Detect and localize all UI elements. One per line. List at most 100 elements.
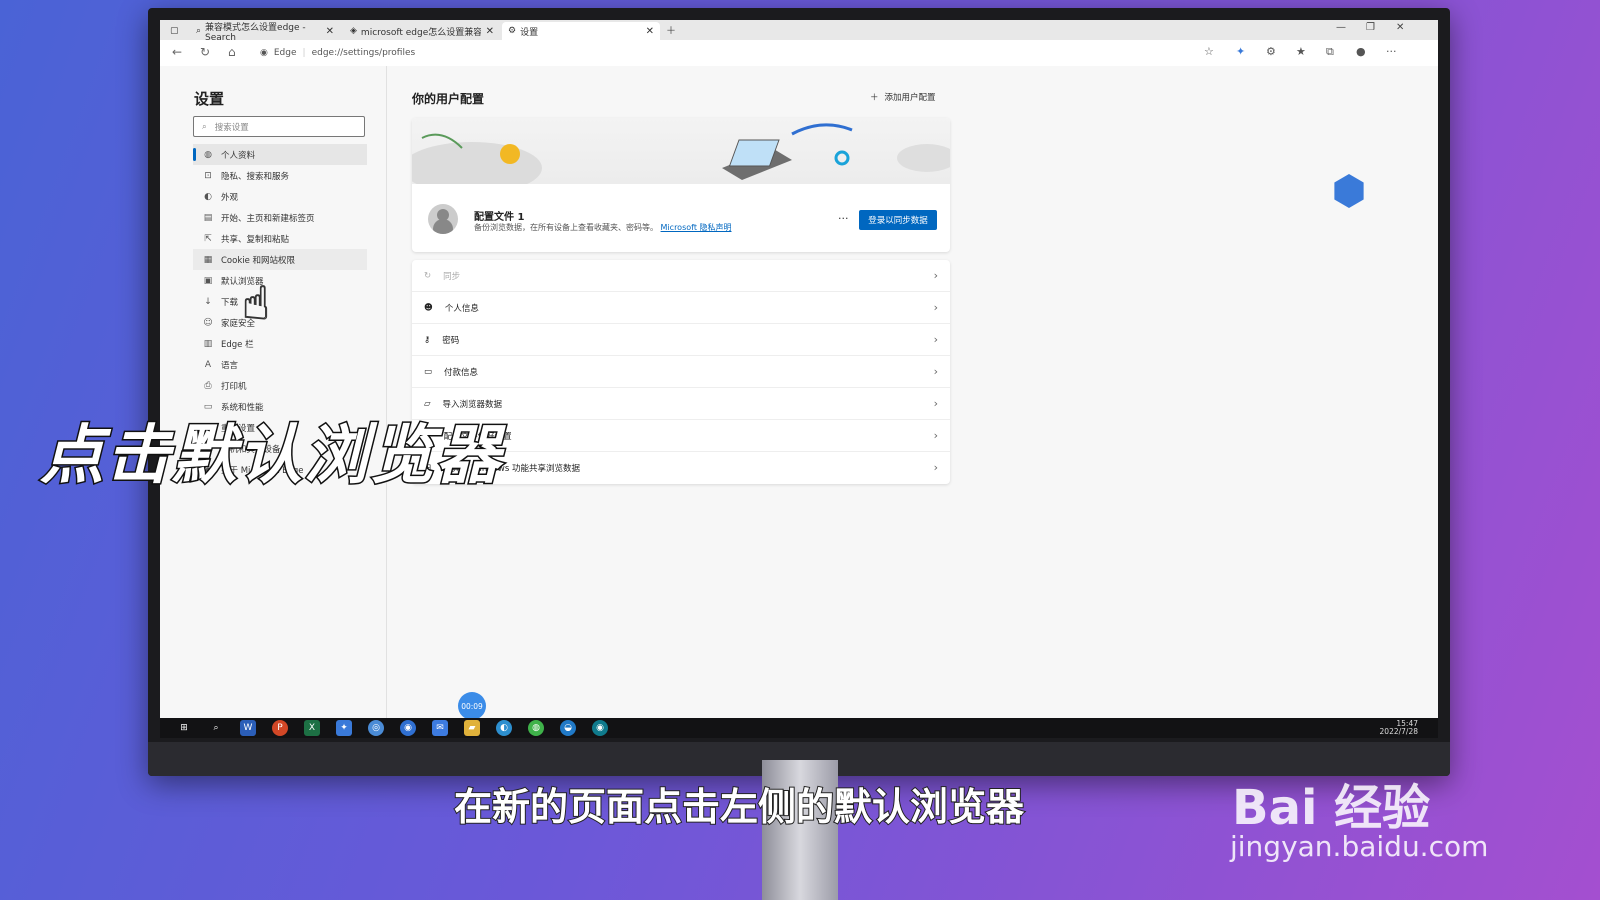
settings-sidebar: 设置 ⌕ 搜索设置 ◍ 个人资料 ⊡ 隐私、搜索和服务 ◐ 外观 ▤ 开始、主页和新建标… [160, 66, 387, 720]
language-icon: A [204, 359, 212, 370]
tab-label: 设置 [520, 27, 539, 38]
profile-icon[interactable]: ● [1356, 45, 1366, 58]
page-icon: ◈ [350, 26, 357, 36]
floating-extension-icon[interactable] [1334, 174, 1364, 208]
tab-actions-icon[interactable]: ▢ [164, 22, 188, 40]
profile-icon: ◍ [204, 149, 212, 160]
search-settings-input[interactable]: ⌕ 搜索设置 [193, 116, 365, 137]
sidebar-item-share-copy[interactable]: ⇱ 共享、复制和粘贴 [193, 228, 367, 249]
overlay-title: 点击默认浏览器 [39, 418, 502, 495]
extension-icon[interactable]: ✦ [1236, 45, 1245, 58]
profile-more-button[interactable]: ··· [838, 212, 849, 225]
restore-icon[interactable]: ❐ [1366, 22, 1375, 33]
sidebar-item-appearance[interactable]: ◐ 外观 [193, 186, 367, 207]
screen: ▢ ⌕ 兼容模式怎么设置edge - Search ✕ ◈ microsoft … [160, 20, 1438, 738]
profile-desc-text: 备份浏览数据，在所有设备上查看收藏夹、密码等。 [474, 223, 658, 232]
privacy-link[interactable]: Microsoft 隐私声明 [661, 223, 732, 232]
home-page-icon: ▤ [203, 212, 213, 223]
system-tray[interactable]: 15:47 2022/7/28 [1380, 720, 1418, 736]
profile-name: 配置文件 1 [474, 212, 525, 223]
close-icon[interactable]: ✕ [486, 26, 494, 37]
row-passwords[interactable]: ⚷ 密码 › [412, 324, 950, 356]
word-icon[interactable]: W [240, 720, 256, 736]
tab-microsoft-edge[interactable]: ◈ microsoft edge怎么设置兼容模式 ✕ [344, 22, 500, 40]
row-personal-info[interactable]: ☻ 个人信息 › [412, 292, 950, 324]
lock-icon: ⊡ [204, 170, 212, 181]
browser-icon[interactable]: ◐ [496, 720, 512, 736]
cookie-icon: ▦ [203, 254, 213, 265]
share-icon: ⇱ [204, 233, 212, 244]
app-icon[interactable]: ◎ [368, 720, 384, 736]
url-text: edge://settings/profiles [311, 48, 416, 58]
row-payment-info[interactable]: ▭ 付款信息 › [412, 356, 950, 388]
more-icon[interactable]: ··· [1386, 45, 1397, 58]
sidebar-item-cookies[interactable]: ▦ Cookie 和网站权限 [193, 249, 367, 270]
windows-start-icon[interactable]: ⊞ [176, 720, 192, 736]
sidebar-item-edge-bar[interactable]: ▥ Edge 栏 [193, 333, 367, 354]
sidebar-item-privacy[interactable]: ⊡ 隐私、搜索和服务 [193, 165, 367, 186]
sidebar-item-downloads[interactable]: ↓ 下载 [193, 291, 367, 312]
profiles-main: 你的用户配置 ＋ 添加用户配置 配置文件 1 备份浏览数据，在所有设备上查看收藏… [412, 66, 952, 720]
chevron-right-icon: › [933, 461, 938, 474]
favorites-icon[interactable]: ★ [1296, 45, 1306, 58]
hand-cursor-icon: ☝ [241, 276, 271, 331]
url-field[interactable]: ◉ Edge | edge://settings/profiles [260, 45, 415, 61]
sidebar-item-start-home[interactable]: ▤ 开始、主页和新建标签页 [193, 207, 367, 228]
page-title: 你的用户配置 [412, 92, 485, 106]
tab-search[interactable]: ⌕ 兼容模式怎么设置edge - Search ✕ [190, 22, 340, 43]
sidebar-item-family[interactable]: ☺ 家庭安全 [193, 312, 367, 333]
avatar[interactable] [428, 204, 458, 234]
row-sync[interactable]: ↻ 同步 › [412, 260, 950, 292]
chevron-right-icon: › [933, 269, 938, 282]
settings-title: 设置 [194, 90, 225, 108]
sidebar-item-label: 打印机 [221, 381, 247, 392]
clock-date: 2022/7/28 [1379, 727, 1418, 736]
sidebar-item-languages[interactable]: A 语言 [193, 354, 367, 375]
tab-label: microsoft edge怎么设置兼容模式 [360, 27, 481, 38]
window-close-icon[interactable]: ✕ [1396, 22, 1404, 33]
row-label: 同步 [443, 271, 461, 282]
sidebar-item-default-browser[interactable]: ▣ 默认浏览器 [193, 270, 367, 291]
extensions-icon[interactable]: ⚙ [1266, 45, 1276, 58]
qq-browser-icon[interactable]: ◒ [560, 720, 576, 736]
search-icon[interactable]: ⌕ [208, 720, 224, 736]
home-icon[interactable]: ⌂ [228, 45, 236, 59]
person-icon: ☻ [424, 302, 433, 313]
edge-beta-icon[interactable]: ◉ [400, 720, 416, 736]
browser-icon: ▣ [203, 275, 213, 286]
collections-icon[interactable]: ⧉ [1326, 45, 1334, 59]
sign-in-sync-button[interactable]: 登录以同步数据 [859, 210, 937, 230]
sidebar-item-label: 外观 [221, 192, 239, 203]
green-app-icon[interactable]: ◍ [528, 720, 544, 736]
file-explorer-icon[interactable]: ▰ [464, 720, 480, 736]
chevron-right-icon: › [933, 429, 938, 442]
edge-icon[interactable]: ◉ [592, 720, 608, 736]
search-placeholder: 搜索设置 [214, 122, 249, 133]
minimize-icon[interactable]: — [1336, 22, 1346, 33]
sidebar-item-label: 隐私、搜索和服务 [221, 171, 290, 182]
refresh-icon[interactable]: ↻ [200, 45, 210, 59]
close-icon[interactable]: ✕ [646, 26, 654, 37]
sidebar-item-profiles[interactable]: ◍ 个人资料 [193, 144, 367, 165]
download-icon: ↓ [204, 296, 212, 307]
add-profile-button[interactable]: ＋ 添加用户配置 [870, 91, 936, 103]
powerpoint-icon[interactable]: P [272, 720, 288, 736]
sidebar-item-printers[interactable]: ⎙ 打印机 [193, 375, 367, 396]
close-icon[interactable]: ✕ [326, 26, 334, 37]
new-tab-icon[interactable]: ＋ [666, 22, 676, 37]
tab-settings[interactable]: ⚙ 设置 ✕ [502, 22, 660, 40]
printer-icon: ⎙ [204, 380, 212, 391]
excel-icon[interactable]: X [304, 720, 320, 736]
row-label: 付款信息 [444, 367, 479, 378]
mail-icon[interactable]: ✉ [432, 720, 448, 736]
tab-bar: ▢ ⌕ 兼容模式怎么设置edge - Search ✕ ◈ microsoft … [160, 20, 1438, 43]
add-favorite-icon[interactable]: ☆ [1204, 45, 1214, 58]
plus-icon: ＋ [870, 93, 879, 103]
banner-art [412, 123, 950, 194]
back-icon[interactable]: ← [172, 45, 182, 59]
feishu-icon[interactable]: ✦ [336, 720, 352, 736]
row-label: 密码 [442, 335, 460, 346]
video-subtitle: 在新的页面点击左侧的默认浏览器 [453, 784, 1025, 830]
settings-page: 设置 ⌕ 搜索设置 ◍ 个人资料 ⊡ 隐私、搜索和服务 ◐ 外观 ▤ 开始、主页和新建标… [160, 66, 1438, 734]
chevron-right-icon: › [933, 365, 938, 378]
